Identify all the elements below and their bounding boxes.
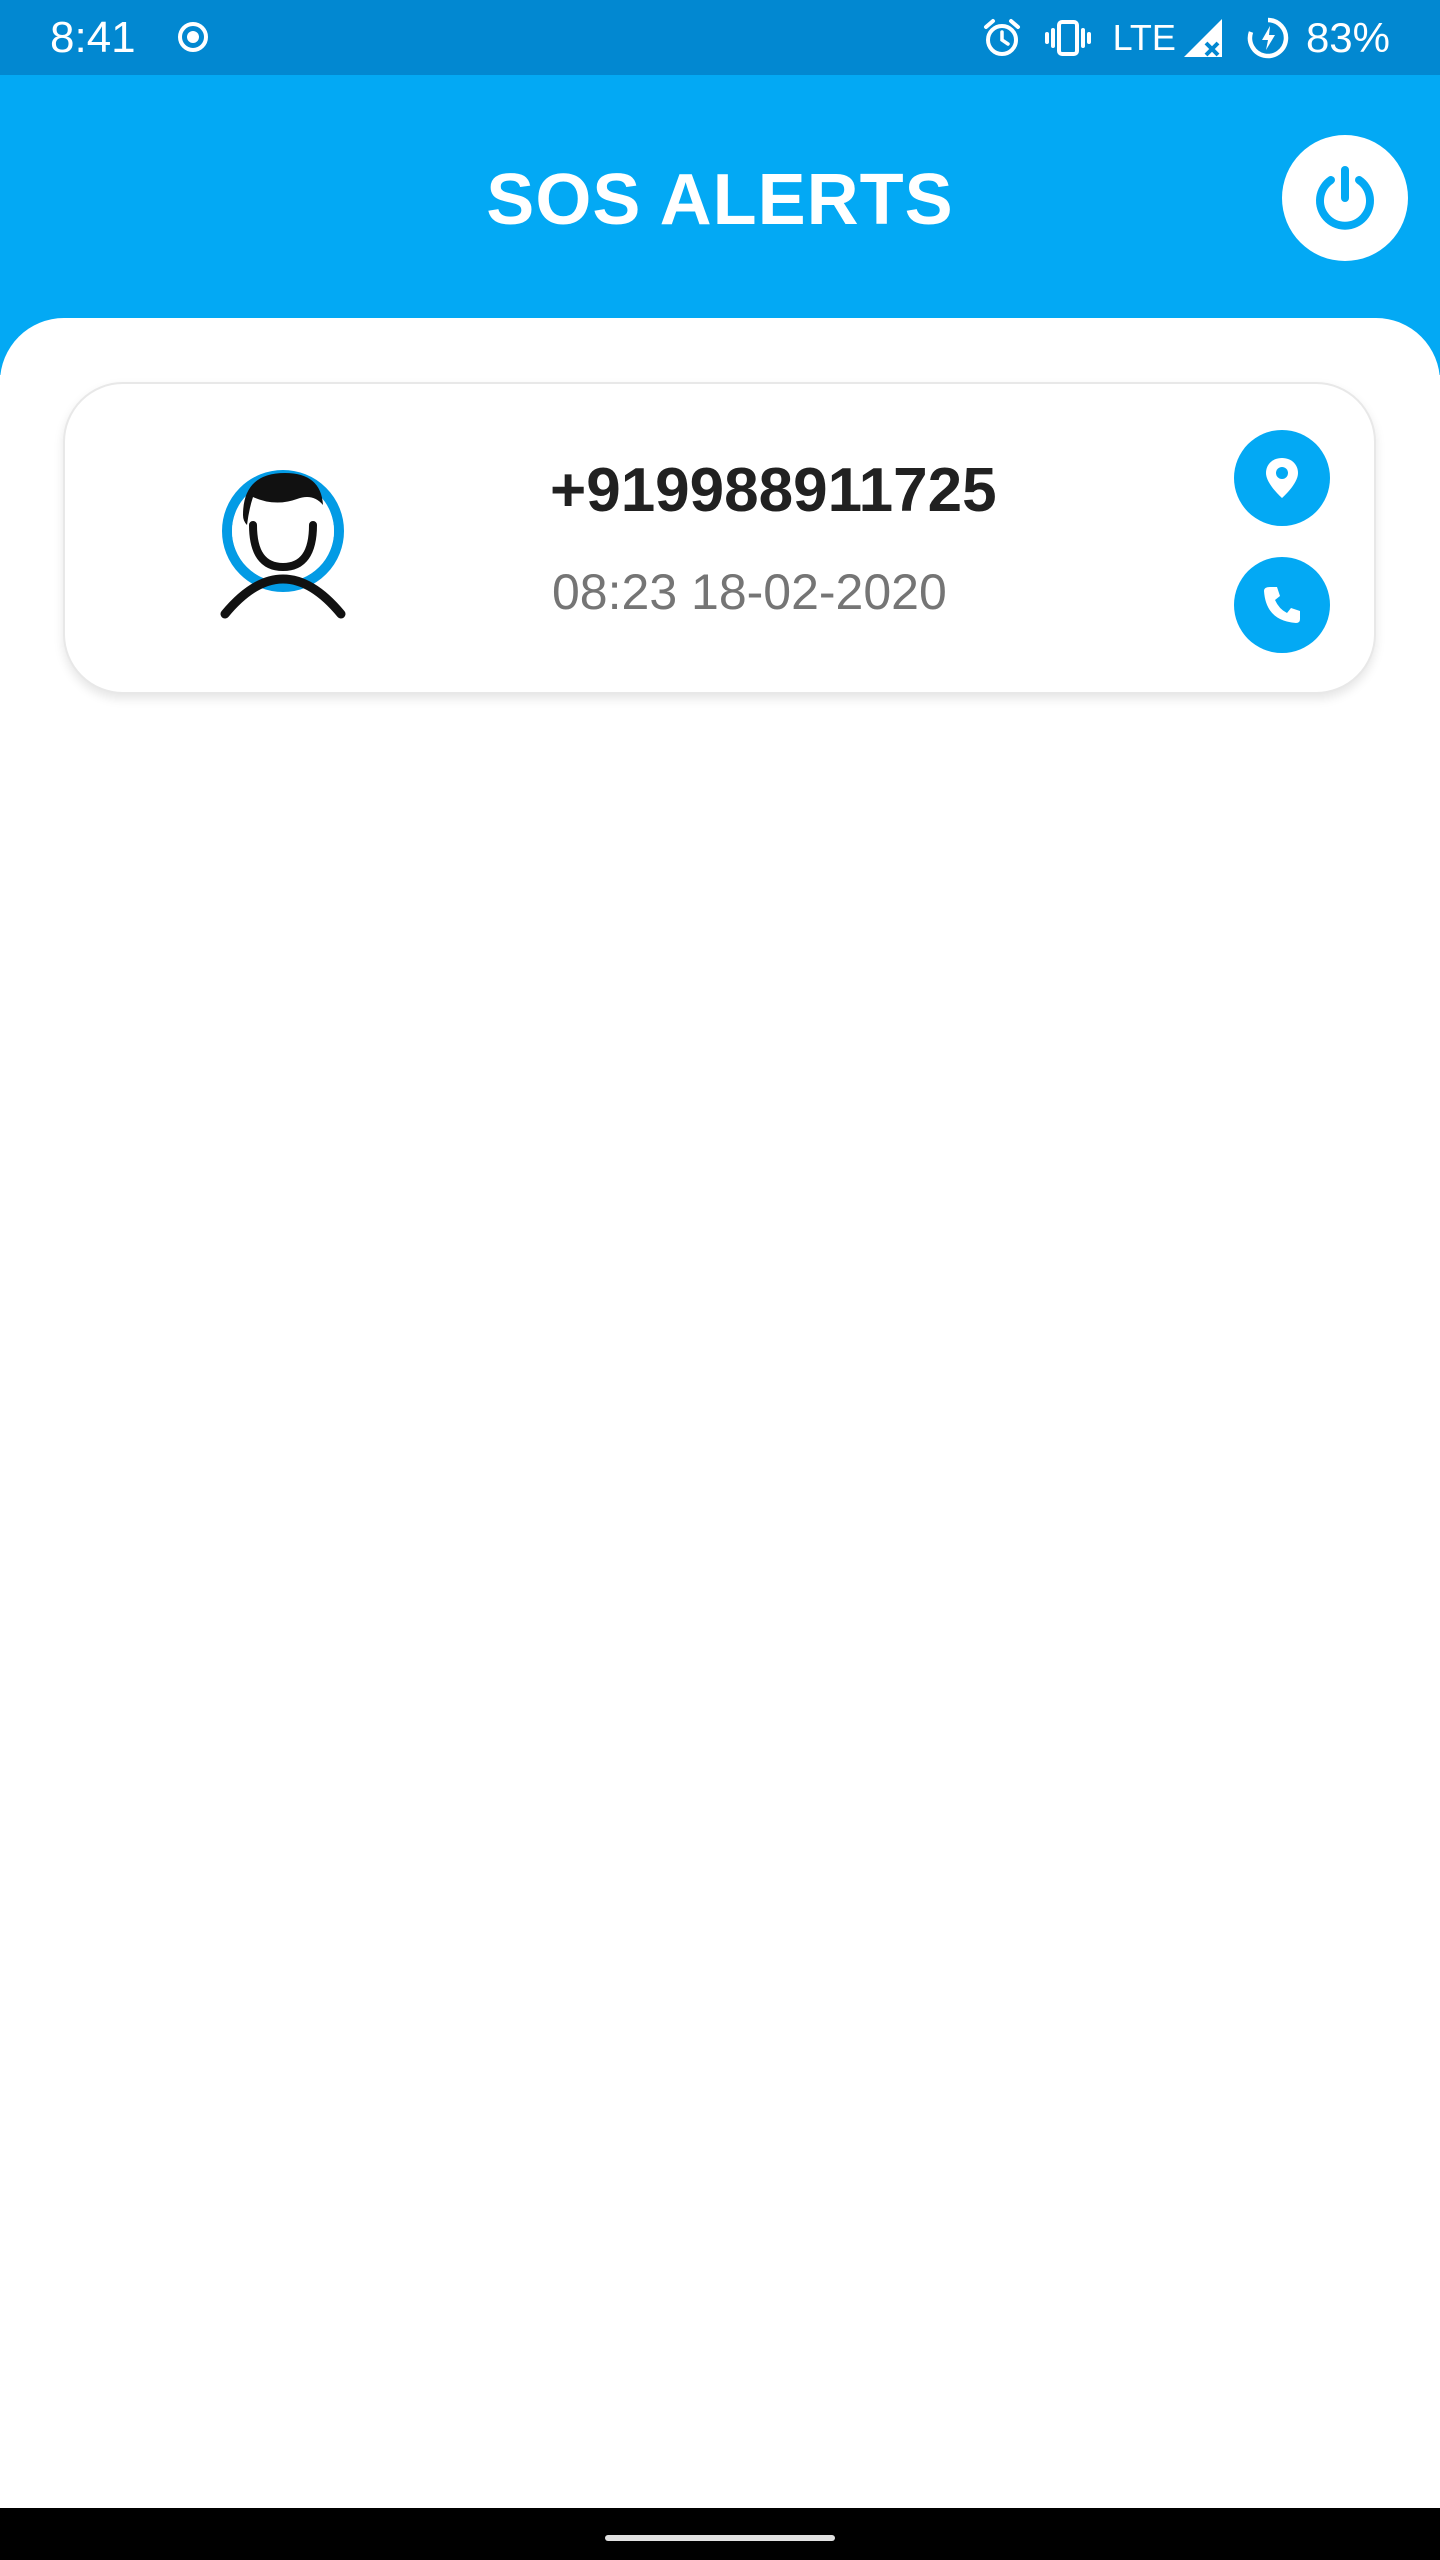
- call-button[interactable]: [1234, 557, 1330, 653]
- status-time: 8:41: [50, 13, 136, 62]
- navigation-bar: [0, 2508, 1440, 2560]
- vibrate-icon: [1044, 20, 1091, 56]
- network-type: LTE: [1112, 17, 1176, 58]
- user-avatar-icon: [220, 470, 346, 619]
- record-icon: [178, 22, 208, 52]
- battery-saver-icon: [1247, 17, 1289, 59]
- phone-icon: [1264, 587, 1300, 623]
- home-gesture-handle[interactable]: [605, 2535, 835, 2541]
- logout-power-button[interactable]: [1282, 135, 1408, 261]
- battery-percent: 83%: [1305, 14, 1390, 61]
- page-title: SOS ALERTS: [486, 160, 954, 240]
- alert-card[interactable]: +919988911725 08:23 18-02-2020: [63, 382, 1376, 694]
- power-icon: [1316, 166, 1374, 230]
- status-bar: 8:41 LTE 83%: [0, 0, 1440, 75]
- view-location-button[interactable]: [1234, 430, 1330, 526]
- alerts-list: +919988911725 08:23 18-02-2020: [0, 318, 1440, 2508]
- alert-phone-number: +919988911725: [550, 456, 997, 525]
- alert-datetime: 08:23 18-02-2020: [552, 564, 947, 620]
- alarm-icon: [983, 19, 1020, 56]
- status-icons: LTE 83%: [981, 10, 1390, 66]
- sos-alerts-screen: 8:41 LTE 83% SOS ALERTS +919988911725 08…: [0, 0, 1440, 2560]
- signal-icon: [1183, 19, 1222, 57]
- location-pin-icon: [1266, 458, 1298, 498]
